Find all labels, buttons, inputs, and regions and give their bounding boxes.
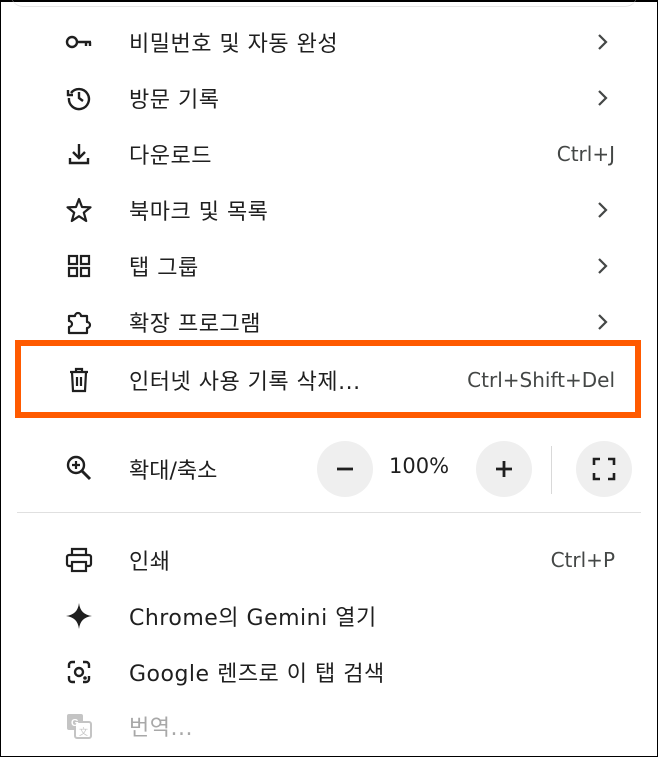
lens-icon xyxy=(65,658,93,686)
menu-item-label: 방문 기록 xyxy=(129,88,220,113)
history-icon xyxy=(65,84,93,112)
menu-item-downloads[interactable]: 다운로드 Ctrl+J xyxy=(17,126,641,182)
menu-item-label: 확장 프로그램 xyxy=(129,312,261,337)
minus-icon xyxy=(337,467,353,471)
menu-item-label: 비밀번호 및 자동 완성 xyxy=(129,32,339,57)
chrome-menu: 비밀번호 및 자동 완성 방문 기록 다운로드 Ctrl+J 북마크 및 목록 … xyxy=(0,0,658,757)
menu-item-label: Chrome의 Gemini 열기 xyxy=(129,606,377,631)
download-icon xyxy=(65,140,93,168)
menu-item-label: Google 렌즈로 이 탭 검색 xyxy=(129,662,385,687)
menu-top-edge xyxy=(11,0,637,7)
puzzle-icon xyxy=(65,308,93,336)
menu-item-label: 다운로드 xyxy=(129,144,212,169)
zoom-row: 확대/축소 100% xyxy=(17,438,641,498)
menu-item-print[interactable]: 인쇄 Ctrl+P xyxy=(17,532,641,588)
fullscreen-button[interactable] xyxy=(576,441,632,497)
chevron-right-icon xyxy=(598,34,608,50)
highlight-box xyxy=(15,340,641,418)
sparkle-icon xyxy=(65,602,93,630)
translate-icon: G文 xyxy=(65,712,93,740)
zoom-label: 확대/축소 xyxy=(129,459,218,484)
menu-divider xyxy=(17,512,641,513)
menu-item-gemini[interactable]: Chrome의 Gemini 열기 xyxy=(17,588,641,644)
star-icon xyxy=(65,196,93,224)
zoom-out-button[interactable] xyxy=(317,441,373,497)
chevron-right-icon xyxy=(598,258,608,274)
zoom-value: 100% xyxy=(389,454,450,478)
grid-icon xyxy=(65,252,93,280)
shortcut-label: Ctrl+P xyxy=(550,548,615,572)
svg-text:G: G xyxy=(71,718,79,729)
shortcut-label: Ctrl+J xyxy=(556,142,615,166)
menu-item-google-lens[interactable]: Google 렌즈로 이 탭 검색 xyxy=(17,644,641,700)
fullscreen-icon xyxy=(592,457,616,481)
chevron-right-icon xyxy=(598,314,608,330)
menu-item-passwords[interactable]: 비밀번호 및 자동 완성 xyxy=(17,14,641,70)
key-icon xyxy=(65,28,93,56)
menu-item-translate[interactable]: G文 번역... xyxy=(17,698,641,754)
chevron-right-icon xyxy=(598,90,608,106)
zoom-in-button[interactable] xyxy=(476,441,532,497)
menu-item-history[interactable]: 방문 기록 xyxy=(17,70,641,126)
printer-icon xyxy=(65,546,93,574)
menu-item-label: 인쇄 xyxy=(129,550,171,575)
chevron-right-icon xyxy=(598,202,608,218)
menu-item-bookmarks[interactable]: 북마크 및 목록 xyxy=(17,182,641,238)
menu-item-tab-groups[interactable]: 탭 그룹 xyxy=(17,238,641,294)
svg-text:文: 文 xyxy=(79,726,88,738)
menu-item-label: 북마크 및 목록 xyxy=(129,200,269,225)
menu-item-label: 번역... xyxy=(129,716,193,741)
zoom-divider xyxy=(551,446,552,494)
zoom-in-icon xyxy=(65,454,93,482)
menu-item-label: 탭 그룹 xyxy=(129,256,199,281)
plus-icon xyxy=(496,461,512,477)
